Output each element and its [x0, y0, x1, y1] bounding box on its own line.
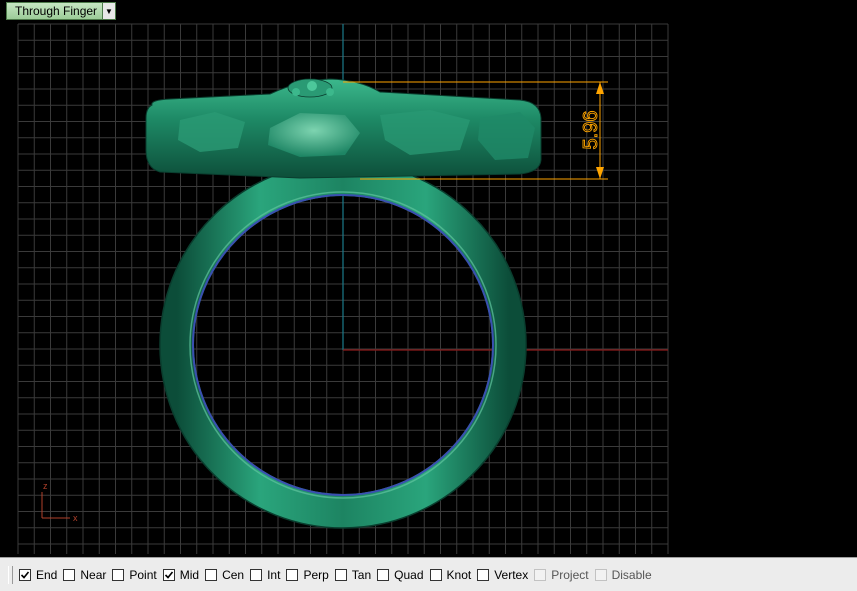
osnap-checkbox[interactable] — [286, 568, 299, 581]
check-icon — [164, 570, 173, 579]
osnap-label: Mid — [179, 567, 200, 582]
osnap-checkbox[interactable] — [377, 568, 390, 581]
toolbar-grip[interactable] — [8, 565, 13, 584]
osnap-label: Perp — [303, 567, 329, 582]
osnap-disable: Disable — [594, 567, 652, 582]
osnap-end[interactable]: End — [19, 568, 57, 582]
osnap-cen[interactable]: Cen — [205, 568, 244, 582]
osnap-label: Point — [129, 567, 157, 582]
osnap-mid[interactable]: Mid — [162, 567, 200, 582]
chevron-down-icon[interactable]: ▼ — [102, 3, 115, 19]
osnap-project: Project — [534, 567, 589, 582]
osnap-checkbox[interactable] — [19, 568, 31, 581]
axis-icon: x z — [41, 481, 78, 523]
osnap-checkbox[interactable] — [162, 568, 175, 581]
osnap-checkbox — [534, 568, 547, 581]
osnap-vertex[interactable]: Vertex — [477, 568, 528, 582]
osnap-tan[interactable]: Tan — [334, 567, 372, 582]
osnap-quad[interactable]: Quad — [377, 567, 424, 582]
osnap-checkbox[interactable] — [112, 568, 125, 581]
osnap-int[interactable]: Int — [250, 568, 280, 582]
osnap-near[interactable]: Near — [63, 568, 106, 582]
osnap-label: Knot — [446, 567, 472, 582]
osnap-label: Tan — [351, 567, 372, 582]
osnap-label: Quad — [394, 567, 424, 582]
osnap-label: Int — [267, 567, 281, 582]
osnap-knot[interactable]: Knot — [429, 567, 472, 582]
axis-label-z: z — [43, 481, 48, 491]
ring-head[interactable] — [145, 78, 542, 179]
viewport-canvas[interactable]: 5.96 x z — [0, 0, 857, 557]
viewport-front[interactable]: 5.96 x z Through Finger ▼ — [0, 0, 857, 557]
osnap-label: Disable — [611, 567, 652, 582]
osnap-label: Near — [80, 567, 107, 582]
osnap-label: Vertex — [494, 567, 529, 582]
axis-label-x: x — [73, 513, 78, 523]
osnap-checkbox[interactable] — [63, 568, 76, 581]
viewport-title: Through Finger — [15, 4, 98, 18]
osnap-bar: End Near Point Mid Cen Int Perp Tan Quad Knot Vert… — [0, 557, 857, 591]
osnap-checkbox[interactable] — [477, 568, 490, 581]
osnap-label: End — [36, 567, 58, 582]
osnap-label: Cen — [222, 567, 245, 582]
osnap-checkbox[interactable] — [334, 568, 347, 581]
check-icon — [20, 570, 30, 579]
viewport-title-tab[interactable]: Through Finger ▼ — [6, 2, 116, 20]
dimension-value: 5.96 — [580, 111, 602, 150]
osnap-checkbox — [594, 568, 607, 581]
osnap-label: Project — [551, 567, 589, 582]
osnap-checkbox[interactable] — [429, 568, 442, 581]
osnap-perp[interactable]: Perp — [286, 567, 329, 582]
osnap-checkbox[interactable] — [250, 568, 263, 581]
osnap-checkbox[interactable] — [205, 568, 218, 581]
osnap-point[interactable]: Point — [112, 567, 157, 582]
